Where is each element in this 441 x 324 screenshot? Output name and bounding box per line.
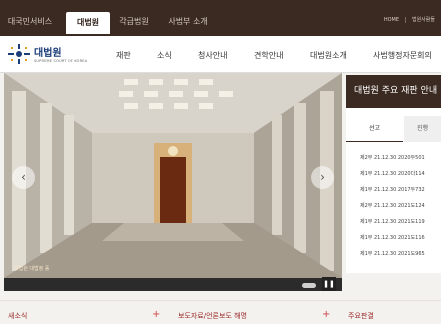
nav-tour-guide[interactable]: 견학안내 [254, 50, 283, 61]
list-item[interactable]: 제1부 21.12.30 2021도116 [360, 234, 425, 241]
slider-pause-button[interactable]: ❚❚ [322, 277, 336, 291]
press-more-icon[interactable]: + [322, 309, 330, 320]
hero-control-bar [4, 278, 342, 291]
tab-supreme-court[interactable]: 대법원 [66, 12, 110, 34]
tab-in-progress[interactable]: 진행 [404, 116, 441, 142]
nav-court-intro[interactable]: 대법원소개 [310, 50, 347, 61]
hall-image [4, 73, 342, 278]
panel-title: 대법원 주요 재판 안내 [346, 75, 441, 108]
bottom-sections: 새소식 + 보도자료/언론보도 해명 + 주요판결 [0, 300, 441, 324]
nav-trial[interactable]: 재판 [116, 50, 131, 61]
tab-sentencing[interactable]: 선고 [346, 116, 403, 142]
nav-advisory-council[interactable]: 사법행정자문회의 [373, 50, 432, 61]
list-item[interactable]: 제1부 21.12.30 2021도965 [360, 250, 425, 257]
slider-prev-button[interactable]: ‹ [12, 166, 35, 189]
slider-next-button[interactable]: › [311, 166, 334, 189]
court-emblem-icon [8, 44, 30, 64]
list-item[interactable]: 제1부 21.12.30 2017두732 [360, 186, 425, 193]
logo-subtitle: SUPREME COURT OF KOREA [34, 59, 88, 63]
main-header: 대법원 SUPREME COURT OF KOREA 재판 소식 청사안내 견학… [0, 36, 441, 73]
tab-courts[interactable]: 각급법원 [112, 11, 156, 33]
tab-judiciary-intro[interactable]: 사법부 소개 [162, 11, 214, 33]
top-utility-bar: 대국민서비스 대법원 각급법원 사법부 소개 HOME 법원사람들 [0, 0, 441, 36]
tab-citizen-service[interactable]: 대국민서비스 [6, 11, 54, 33]
nav-building-guide[interactable]: 청사안내 [198, 50, 227, 61]
home-link[interactable]: HOME [384, 17, 399, 23]
news-more-icon[interactable]: + [152, 309, 160, 320]
section-news[interactable]: 새소식 [8, 311, 27, 321]
divider [404, 16, 406, 23]
list-item[interactable]: 제2부 21.12.30 2020두501 [360, 154, 425, 161]
list-item[interactable]: 제1부 21.12.30 2020다114 [360, 170, 425, 177]
slider-progress-indicator [302, 283, 316, 288]
trial-guide-panel: 선고 진행 제2부 21.12.30 2020두501 제1부 21.12.30… [346, 108, 441, 273]
section-major-rulings[interactable]: 주요판결 [348, 311, 374, 321]
list-item[interactable]: 제2부 21.12.30 2021도124 [360, 202, 425, 209]
hero-slider: 대법원 대법정 홀 ‹ › [4, 73, 342, 291]
site-logo[interactable]: 대법원 SUPREME COURT OF KOREA [8, 42, 88, 68]
hero-caption: 대법원 대법정 홀 [14, 266, 50, 272]
nav-news[interactable]: 소식 [157, 50, 172, 61]
section-press-release[interactable]: 보도자료/언론보도 해명 [178, 311, 247, 321]
topbar-right-links: HOME 법원사람들 [384, 16, 435, 23]
court-people-link[interactable]: 법원사람들 [412, 17, 435, 23]
list-item[interactable]: 제1부 21.12.30 2021도119 [360, 218, 425, 225]
logo-title: 대법원 [34, 48, 62, 59]
